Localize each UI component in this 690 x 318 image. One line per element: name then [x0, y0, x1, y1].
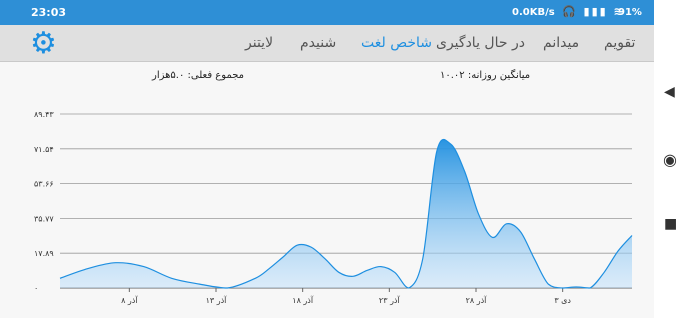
y-tick-label: ۸۹.۴۳ [34, 110, 54, 119]
y-tick-label: ۳۵.۷۷ [34, 214, 54, 223]
x-tick-label: ۲۳ آذر [379, 295, 401, 305]
x-tick-label: ۱۳ آذر [206, 295, 228, 305]
tab-calendar[interactable]: تقویم [604, 35, 635, 51]
status-bar: 23:03 0.0KB/s 🎧 ▮▮▮ ≋ 91% [0, 0, 654, 25]
area-chart: ۰ ۱۷.۸۹ ۳۵.۷۷ ۵۳.۶۶ ۷۱.۵۴ ۸۹.۴۳ ۸ آذر ۱۳ آذر ۱۸… [34, 110, 633, 305]
tab-known[interactable]: میدانم [543, 35, 579, 51]
status-icons: 🎧 ▮▮▮ ≋ [562, 5, 625, 18]
tab-heard[interactable]: شنیدم [300, 35, 336, 51]
navigation-bar: ◀ ◉ ■ [654, 0, 690, 318]
recents-icon[interactable]: ■ [664, 216, 677, 232]
battery-level: 91% [618, 7, 642, 18]
x-tick-label: ۲۸ آذر [466, 295, 488, 305]
network-speed: 0.0KB/s [512, 7, 555, 18]
back-icon[interactable]: ◀ [664, 84, 675, 100]
gear-icon[interactable]: ⚙ [30, 29, 60, 59]
tab-word-index[interactable]: شاخص لغت [361, 35, 432, 51]
chart-panel: میانگین روزانه: ۱۰.۰۲ مجموع فعلی: ۵.۰هزا… [0, 62, 654, 318]
tab-leitner[interactable]: لایتنر [245, 35, 273, 51]
x-tick-label: ۳ دی [554, 296, 571, 305]
y-tick-label: ۵۳.۶۶ [34, 180, 54, 189]
y-tick-label: ۰ [34, 284, 38, 293]
status-time: 23:03 [31, 6, 67, 19]
x-tick-label: ۸ آذر [121, 295, 138, 305]
y-tick-label: ۷۱.۵۴ [34, 145, 54, 154]
y-tick-label: ۱۷.۸۹ [34, 249, 54, 258]
tab-bar: ⚙ تقویم میدانم در حال یادگیری شاخص لغت ش… [0, 25, 654, 62]
series-line [59, 138, 633, 289]
tab-learning[interactable]: در حال یادگیری [436, 35, 525, 51]
series-area [60, 139, 632, 288]
home-icon[interactable]: ◉ [663, 150, 677, 169]
x-tick-label: ۱۸ آذر [292, 295, 314, 305]
